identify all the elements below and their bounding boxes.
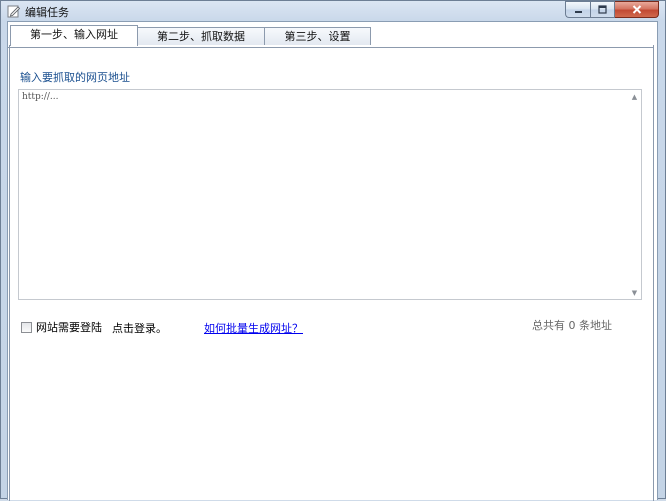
section-label: 输入要抓取的网页地址	[20, 71, 130, 84]
close-button[interactable]	[615, 1, 659, 18]
login-required-option[interactable]: 网站需要登陆	[21, 319, 102, 335]
dialog-client-area: 第一步、输入网址 第二步、抓取数据 第三步、设置 输入要抓取的网页地址 http…	[7, 21, 658, 501]
minimize-icon	[574, 11, 582, 13]
tab-label: 第三步、设置	[284, 30, 351, 43]
batch-url-help-link[interactable]: 如何批量生成网址？	[204, 320, 303, 336]
url-textarea[interactable]: http://... ▲ ▼	[18, 89, 642, 300]
window-title: 编辑任务	[25, 6, 69, 19]
login-hint[interactable]: 点击登录。	[112, 320, 167, 336]
caption-buttons	[565, 1, 659, 19]
tab-step3-settings[interactable]: 第三步、设置	[264, 27, 371, 45]
tab-step2-scrape-data[interactable]: 第二步、抓取数据	[137, 27, 265, 45]
step1-panel: 输入要抓取的网页地址 http://... ▲ ▼ 网站需要登陆 点击登录。 如…	[9, 45, 654, 501]
login-required-checkbox[interactable]	[21, 321, 32, 333]
vertical-scrollbar[interactable]: ▲ ▼	[628, 90, 641, 299]
maximize-button[interactable]	[590, 1, 615, 18]
tab-step1-input-url[interactable]: 第一步、输入网址	[10, 25, 138, 46]
login-required-label[interactable]: 网站需要登陆	[36, 319, 102, 335]
url-textarea-value: http://...	[22, 92, 59, 102]
step-tabs: 第一步、输入网址 第二步、抓取数据 第三步、设置	[8, 25, 653, 48]
edit-pencil-icon	[7, 5, 21, 18]
maximize-icon	[598, 5, 607, 14]
tab-label: 第二步、抓取数据	[157, 30, 245, 43]
tab-label: 第一步、输入网址	[30, 28, 118, 41]
edit-task-window: 编辑任务 第一步、输入网址 第二步、抓取数据 第三步、设置 输入要抓取的网页地址…	[0, 0, 666, 501]
minimize-button[interactable]	[565, 1, 590, 18]
scroll-down-icon[interactable]: ▼	[628, 286, 641, 299]
scroll-up-icon[interactable]: ▲	[628, 90, 641, 103]
url-count-summary: 总共有 0 条地址	[532, 319, 612, 332]
title-bar[interactable]: 编辑任务	[1, 1, 665, 21]
close-icon	[632, 5, 641, 14]
